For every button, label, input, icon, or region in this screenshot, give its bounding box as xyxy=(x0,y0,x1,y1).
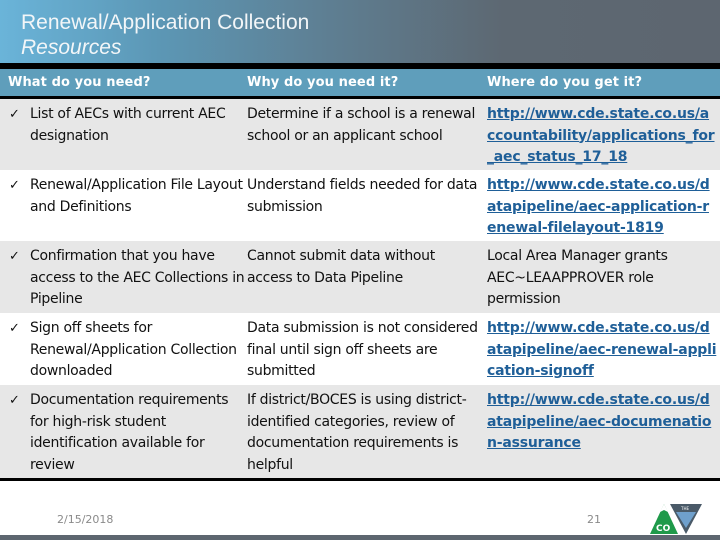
table-bottom-border xyxy=(0,478,720,481)
check-icon: ✓ xyxy=(9,321,20,336)
why-cell: Determine if a school is a renewal schoo… xyxy=(247,106,476,144)
resource-link[interactable]: http://www.cde.state.co.us/datapipeline/… xyxy=(487,177,710,236)
need-cell: Sign off sheets for Renewal/Application … xyxy=(30,320,237,379)
slide-title: Renewal/Application Collection xyxy=(21,11,310,34)
why-cell: Understand fields needed for data submis… xyxy=(247,177,478,215)
resource-link[interactable]: http://www.cde.state.co.us/datapipeline/… xyxy=(487,392,711,451)
header-where: Where do you get it? xyxy=(487,75,643,90)
check-icon: ✓ xyxy=(9,178,20,193)
need-cell: Renewal/Application File Layout and Defi… xyxy=(30,177,243,215)
header-why: Why do you need it? xyxy=(247,75,399,90)
slide-title-bar: Renewal/Application Collection Resources xyxy=(0,0,720,63)
check-icon: ✓ xyxy=(9,249,20,264)
where-cell: http://www.cde.state.co.us/datapipeline/… xyxy=(487,175,717,240)
resource-link[interactable]: http://www.cde.state.co.us/accountabilit… xyxy=(487,106,715,165)
header-what: What do you need? xyxy=(8,75,151,90)
need-cell: Documentation requirements for high-risk… xyxy=(30,392,229,473)
where-cell: http://www.cde.state.co.us/accountabilit… xyxy=(487,104,717,169)
table-header: What do you need? Why do you need it? Wh… xyxy=(0,63,720,99)
footer-bar xyxy=(0,535,720,540)
table-row: ✓ Sign off sheets for Renewal/Applicatio… xyxy=(0,313,720,385)
need-cell: Confirmation that you have access to the… xyxy=(30,248,245,307)
footer-date: 2/15/2018 xyxy=(57,513,114,526)
where-cell: http://www.cde.state.co.us/datapipeline/… xyxy=(487,318,717,383)
why-cell: Data submission is not considered final … xyxy=(247,320,478,379)
slide-subtitle: Resources xyxy=(21,36,122,59)
where-cell: http://www.cde.state.co.us/datapipeline/… xyxy=(487,390,717,455)
logo-the-text: THE xyxy=(680,506,689,511)
table-row: ✓ Documentation requirements for high-ri… xyxy=(0,385,720,478)
table-row: ✓ Confirmation that you have access to t… xyxy=(0,241,720,313)
need-cell: List of AECs with current AEC designatio… xyxy=(30,106,226,144)
check-icon: ✓ xyxy=(9,393,20,408)
page-number: 21 xyxy=(587,513,601,526)
cde-logo-icon: CO THE xyxy=(650,504,702,534)
table-row: ✓ List of AECs with current AEC designat… xyxy=(0,99,720,170)
where-cell: Local Area Manager grants AEC~LEAAPPROVE… xyxy=(487,248,668,307)
why-cell: If district/BOCES is using district-iden… xyxy=(247,392,467,473)
table-row: ✓ Renewal/Application File Layout and De… xyxy=(0,170,720,241)
check-icon: ✓ xyxy=(9,107,20,122)
logo-co-text: CO xyxy=(656,524,671,534)
why-cell: Cannot submit data without access to Dat… xyxy=(247,248,435,286)
resource-link[interactable]: http://www.cde.state.co.us/datapipeline/… xyxy=(487,320,716,379)
